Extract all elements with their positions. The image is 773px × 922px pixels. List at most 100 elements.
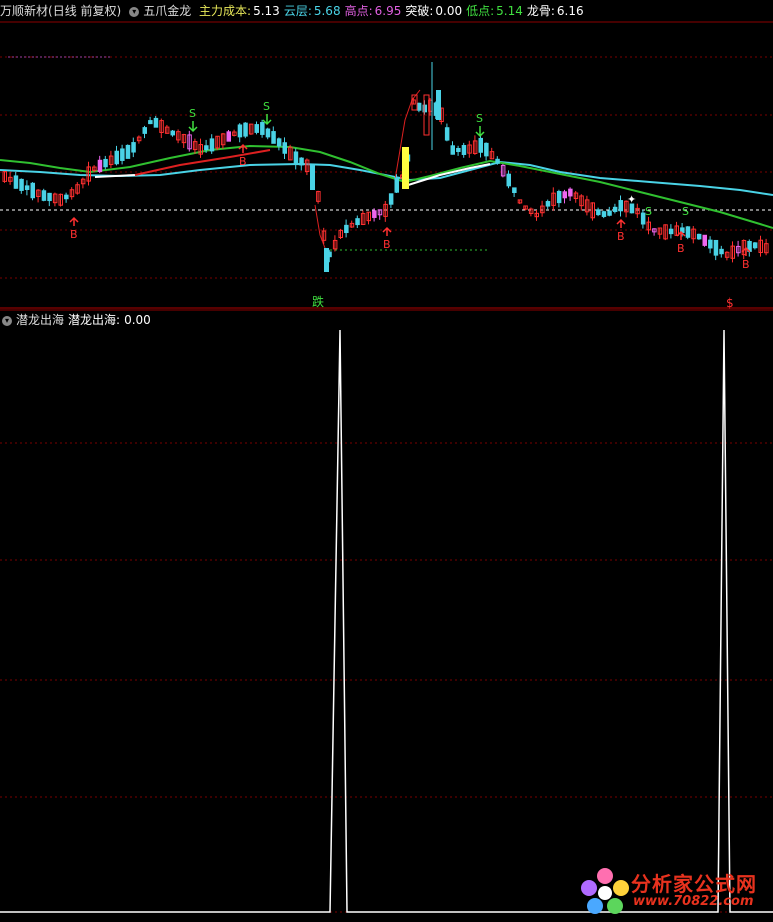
indicator-value: 5.14 (496, 4, 523, 18)
buy-marker: B (677, 242, 685, 255)
candlestick (265, 128, 271, 138)
candlestick (612, 206, 618, 212)
candlestick (271, 131, 276, 144)
candlestick (719, 248, 724, 255)
cloud-line (0, 160, 773, 196)
signal-line (0, 329, 773, 913)
stock-name[interactable]: 万顺新材 (0, 4, 48, 18)
candlestick (282, 142, 287, 154)
candlestick (153, 117, 159, 128)
candlestick (131, 142, 136, 153)
indicator-value: 6.16 (556, 4, 584, 18)
period-label[interactable]: (日线 前复权) (48, 4, 121, 18)
watermark-url: www.70822.com (633, 894, 754, 909)
candlestick (512, 187, 517, 194)
indicator-label: 低点: (466, 4, 495, 18)
candlestick (444, 127, 450, 141)
candlestick (568, 188, 573, 197)
candlestick (484, 142, 489, 157)
dollar-marker: $ (726, 296, 734, 310)
indicator-label: 龙骨: (526, 4, 555, 18)
sell-marker: S (189, 107, 196, 120)
main-chart-header: 万顺新材(日线 前复权) ▾ 五爪金龙 主力成本: 5.13 云层: 5.68 高点: 6.9… (0, 2, 592, 20)
sell-marker: S (645, 205, 652, 218)
candlestick (103, 158, 108, 168)
indicator-value: 5.13 (253, 4, 280, 18)
dropdown-icon[interactable]: ▾ (2, 315, 12, 326)
candlestick (120, 148, 125, 161)
breakout-candle (402, 147, 409, 189)
candlestick (310, 165, 315, 190)
star-marker-icon: ✦ (627, 193, 636, 206)
candlestick (237, 124, 243, 138)
drop-candle (324, 248, 329, 272)
indicator-value: 6.95 (374, 4, 402, 18)
buy-arrow-icon (616, 218, 626, 228)
watermark: 分析家公式网 www.70822.com (577, 866, 767, 916)
candlestick (226, 131, 231, 142)
candlestick (685, 226, 691, 238)
candlestick (142, 127, 147, 134)
candlestick (372, 210, 377, 218)
candlestick (41, 190, 47, 201)
candlestick (618, 200, 623, 212)
sell-arrow-icon (188, 121, 198, 133)
sub-indicator-label: 潜龙出海: (68, 313, 121, 327)
buy-marker: B (70, 228, 78, 241)
sub-chart-header: ▾ 潜龙出海 潜龙出海: 0.00 (0, 311, 155, 329)
candlestick (30, 182, 35, 199)
candlestick (708, 239, 713, 249)
buy-arrow-icon (382, 226, 392, 236)
chart-canvas: B B B B B B S S S S S ✦ 跌 $ (0, 21, 773, 913)
candlestick (702, 234, 707, 246)
sell-marker: S (263, 100, 270, 113)
candlestick (436, 90, 441, 120)
candlestick (752, 242, 758, 249)
sub-indicator-value: 0.00 (124, 313, 151, 327)
sell-marker: S (682, 205, 689, 218)
candlestick (276, 138, 282, 147)
candlestick (607, 210, 612, 216)
indicator-label: 主力成本: (199, 4, 252, 18)
buy-marker: B (617, 230, 625, 243)
candlestick (344, 224, 349, 234)
flower-logo-icon (581, 868, 629, 914)
watermark-title: 分析家公式网 (631, 872, 757, 896)
candlestick (478, 137, 483, 153)
candlestick (254, 124, 259, 133)
candlestick (562, 191, 567, 199)
candlestick (293, 151, 299, 165)
candlestick (696, 233, 702, 240)
candlestick (388, 193, 394, 205)
sub-indicator-name[interactable]: 潜龙出海 (16, 313, 64, 327)
candlestick (668, 228, 674, 235)
drop-marker: 跌 (312, 294, 324, 309)
candlestick (601, 211, 607, 217)
candlestick (461, 145, 467, 155)
indicator-label: 高点: (344, 4, 373, 18)
indicator-name[interactable]: 五爪金龙 (143, 4, 191, 18)
candlestick (355, 218, 360, 226)
candlestick (416, 102, 422, 111)
candlestick (456, 147, 461, 153)
candlestick (13, 175, 19, 189)
candlestick (209, 138, 215, 152)
indicator-values: 主力成本: 5.13 云层: 5.68 高点: 6.95 突破: 0.00 低点: 5.14 龙骨:… (199, 4, 588, 18)
buy-arrow-icon (69, 216, 79, 226)
candlestick (243, 122, 248, 137)
candlestick (24, 185, 30, 191)
candlestick (204, 145, 209, 151)
candlestick (47, 192, 52, 202)
candlestick (450, 145, 455, 155)
candlestick (19, 178, 24, 191)
candlestick (713, 239, 719, 256)
candlestick (394, 177, 399, 193)
candlestick (506, 173, 511, 187)
indicator-label: 突破: (405, 4, 434, 18)
dropdown-icon[interactable]: ▾ (129, 6, 140, 17)
sell-arrow-icon (475, 126, 485, 138)
candlestick (556, 190, 562, 204)
buy-marker: B (239, 155, 247, 168)
candlestick (495, 158, 500, 164)
candlestick (299, 157, 304, 166)
